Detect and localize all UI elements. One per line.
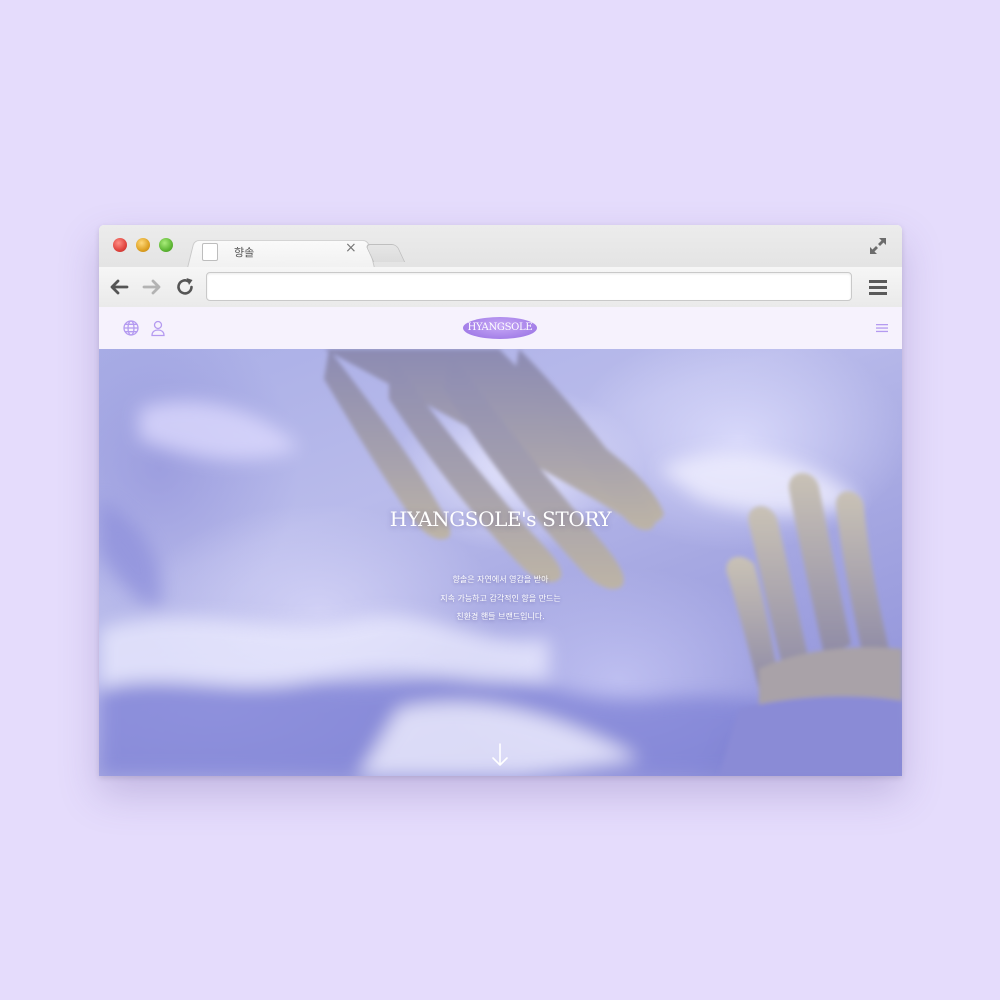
close-window-button[interactable]	[113, 238, 127, 252]
browser-chrome: 향솔 ×	[99, 225, 902, 308]
fullscreen-icon[interactable]	[867, 235, 889, 257]
browser-window: 향솔 × HYANGSOLE HYANGSOLE's STORY 향솔은 자연에…	[99, 225, 902, 776]
back-arrow-icon[interactable]	[107, 275, 131, 299]
forward-arrow-icon[interactable]	[140, 275, 164, 299]
tab-bar: 향솔 ×	[99, 225, 902, 268]
arrow-down-icon[interactable]	[491, 742, 509, 768]
tab-close-icon[interactable]: ×	[345, 241, 357, 255]
hero-section: HYANGSOLE's STORY 향솔은 자연에서 영감을 받아 지속 가능하…	[99, 349, 902, 776]
reload-icon[interactable]	[173, 275, 197, 299]
globe-icon[interactable]	[122, 319, 140, 337]
address-bar[interactable]	[206, 272, 852, 301]
page-icon	[202, 243, 218, 261]
hero-description-line: 향솔은 자연에서 영감을 받아	[452, 575, 549, 584]
browser-toolbar	[99, 267, 902, 307]
hero-description-line: 친환경 핸들 브랜드입니다.	[456, 612, 545, 621]
minimize-window-button[interactable]	[136, 238, 150, 252]
tab-title: 향솔	[234, 246, 255, 259]
zoom-window-button[interactable]	[159, 238, 173, 252]
browser-tab-content[interactable]: 향솔	[199, 241, 369, 267]
menu-icon[interactable]	[876, 323, 888, 333]
hero-background-image	[99, 349, 902, 776]
site-logo[interactable]: HYANGSOLE	[463, 317, 537, 339]
web-page: HYANGSOLE HYANGSOLE's STORY 향솔은 자연에서 영감을…	[99, 307, 902, 776]
hero-title: HYANGSOLE's STORY	[389, 507, 612, 531]
browser-menu-icon[interactable]	[867, 276, 889, 298]
site-header: HYANGSOLE	[99, 307, 902, 350]
hero-description-line: 지속 가능하고 감각적인 향을 만드는	[440, 594, 561, 603]
user-icon[interactable]	[149, 319, 167, 337]
